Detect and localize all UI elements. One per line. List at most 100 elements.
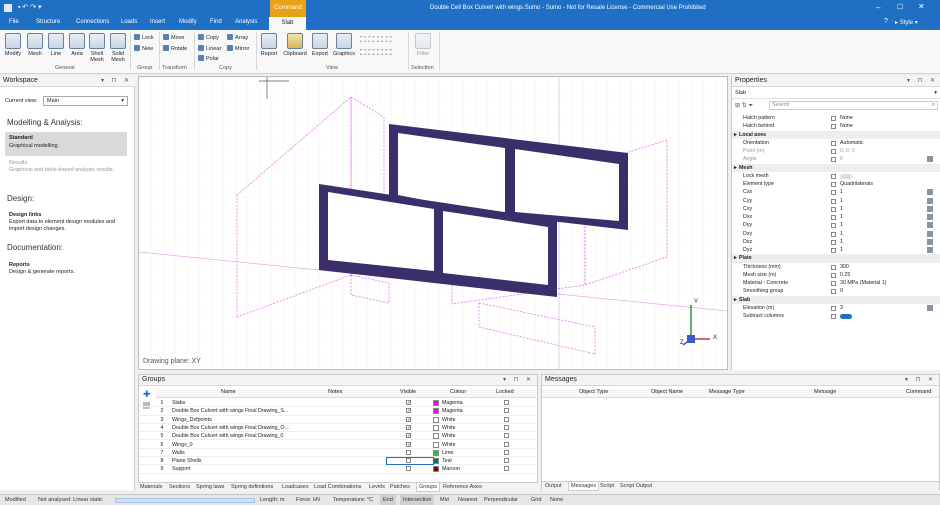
menu-file[interactable]: File	[9, 19, 19, 25]
menu-structure[interactable]: Structure	[36, 19, 60, 25]
property-checkbox[interactable]	[831, 198, 836, 204]
property-row[interactable]: Point (m) 0, 0, 0	[732, 147, 940, 155]
locked-checkbox[interactable]	[504, 408, 509, 414]
property-row[interactable]: Dxx 1	[732, 213, 940, 221]
linear-button[interactable]: Linear	[198, 45, 221, 52]
tab-script-output[interactable]: Script Output	[620, 483, 652, 489]
property-section[interactable]: ▸ Local axes	[732, 130, 940, 139]
locked-checkbox[interactable]	[504, 466, 509, 472]
property-checkbox[interactable]	[831, 231, 836, 237]
snap-nearest[interactable]: Nearest	[458, 497, 477, 503]
visible-checkbox[interactable]: ✓	[406, 416, 411, 422]
property-value[interactable]: 30 MPa (Material 1)	[840, 279, 887, 287]
selected-cell[interactable]	[386, 457, 434, 466]
visible-checkbox[interactable]: ✓	[406, 400, 411, 406]
property-value[interactable]: None	[840, 122, 853, 130]
property-row[interactable]: Dxz 1	[732, 238, 940, 246]
collapse-icon[interactable]: ▸	[734, 164, 737, 172]
minimize-icon[interactable]: –	[876, 3, 880, 12]
property-section[interactable]: ▸ Slab	[732, 295, 940, 304]
locked-checkbox[interactable]	[504, 416, 509, 422]
property-row[interactable]: Orientation Automatic	[732, 139, 940, 147]
property-value[interactable]: Quadrilaterals	[840, 180, 873, 188]
edit-icon[interactable]	[927, 214, 933, 220]
menu-insert[interactable]: Insert	[150, 19, 165, 25]
property-value[interactable]: Automatic	[840, 139, 864, 147]
property-section[interactable]: ▸ Plate	[732, 254, 940, 263]
menu-slab[interactable]: Slab	[269, 17, 306, 30]
locked-checkbox[interactable]	[504, 449, 509, 455]
mesh-button[interactable]: Mesh	[25, 33, 45, 57]
subtract-columns-toggle[interactable]	[840, 314, 852, 319]
edit-icon[interactable]	[927, 304, 933, 311]
collapse-icon[interactable]: ▸	[734, 296, 737, 304]
view-mode-icons[interactable]: ⛶⛶⛶⛶	[360, 35, 394, 45]
edit-icon[interactable]	[927, 197, 933, 204]
workspace-item-reports[interactable]: Reports Design & generate reports.	[9, 262, 127, 275]
group-name[interactable]: Double Box Culvert with wings Final Draw…	[172, 424, 322, 432]
property-row[interactable]: Dyy 1	[732, 221, 940, 229]
shell-mesh-button[interactable]: Shell Mesh	[87, 33, 107, 63]
close-icon[interactable]: ✕	[918, 2, 925, 11]
view-orientation-icons[interactable]: ⛶⛶⛶⛶	[360, 48, 394, 58]
tab-groups[interactable]: Groups	[416, 483, 441, 492]
property-value[interactable]: 1	[840, 213, 843, 221]
property-checkbox[interactable]	[831, 157, 836, 163]
property-value[interactable]: 1	[840, 188, 843, 196]
tab-patches[interactable]: Patches	[390, 484, 410, 490]
quick-access-icons[interactable]: ▪ ↶ ↷ ▾	[18, 3, 42, 11]
group-name[interactable]: Wings_Dxfpoints	[172, 416, 322, 424]
menu-loads[interactable]: Loads	[121, 19, 137, 25]
tab-sections[interactable]: Sections	[169, 484, 190, 490]
table-row[interactable]: 1 Slabs ✓ Magenta	[139, 399, 539, 408]
visible-checkbox[interactable]	[406, 449, 411, 455]
maximize-icon[interactable]: ☐	[897, 3, 903, 11]
modify-button[interactable]: Modify	[3, 33, 23, 57]
selection-select[interactable]: Slab ▾	[732, 89, 940, 99]
property-value[interactable]: 1	[840, 205, 843, 213]
visible-checkbox[interactable]	[406, 466, 411, 472]
visible-checkbox[interactable]: ✓	[406, 408, 411, 414]
group-name[interactable]: Double Box Culvert with wings Final Draw…	[172, 432, 322, 440]
move-button[interactable]: Move	[163, 34, 184, 41]
property-checkbox[interactable]	[831, 264, 836, 270]
property-value[interactable]: 300	[840, 263, 849, 271]
current-view-select[interactable]: Main ▾	[43, 96, 128, 106]
table-row[interactable]: 2 Double Box Culvert with wings Final Dra…	[139, 407, 539, 416]
tab-messages[interactable]: Messages	[568, 482, 600, 491]
group-name[interactable]: Walls	[172, 449, 322, 457]
snap-mid[interactable]: Mid	[440, 497, 449, 503]
tab-loadcases[interactable]: Loadcases	[282, 484, 309, 490]
property-row[interactable]: Cyy 1	[732, 197, 940, 205]
colour-swatch[interactable]	[433, 424, 439, 431]
menu-find[interactable]: Find	[210, 19, 222, 25]
line-button[interactable]: Line	[46, 33, 66, 57]
property-row[interactable]: Thickness (mm) 300	[732, 263, 940, 271]
lock-mesh-toggle[interactable]	[840, 173, 852, 179]
tab-spring-definitions[interactable]: Spring definitions	[231, 484, 273, 490]
colour-name[interactable]: Lime	[442, 449, 453, 457]
property-row[interactable]: Subtract columns	[732, 312, 940, 320]
model-view[interactable]: Y X Z Drawing plane: XY	[138, 76, 728, 370]
colour-name[interactable]: Teal	[442, 457, 452, 465]
edit-icon[interactable]	[927, 230, 933, 237]
collapse-icon[interactable]: ▸	[734, 131, 737, 139]
colour-name[interactable]: White	[442, 441, 456, 449]
colour-swatch[interactable]	[433, 400, 439, 406]
workspace-item-results[interactable]: Results Graphical and table-based analys…	[9, 160, 129, 173]
area-button[interactable]: Area	[67, 33, 87, 57]
property-checkbox[interactable]	[831, 314, 836, 319]
snap-perpendicular[interactable]: Perpendicular	[484, 497, 518, 503]
colour-name[interactable]: White	[442, 416, 456, 424]
property-value[interactable]: 0	[840, 287, 843, 295]
panel-controls[interactable]: ▾ ⊓ ✕	[101, 77, 132, 84]
new-group-button[interactable]: New	[134, 45, 153, 52]
panel-controls[interactable]: ▾ ⊓ ✕	[905, 376, 936, 383]
tab-levels[interactable]: Levels	[369, 484, 385, 490]
property-value[interactable]: 0.25	[840, 271, 850, 279]
solid-mesh-button[interactable]: Solid Mesh	[108, 33, 128, 63]
table-row[interactable]: 6 Wings_0 ✓ White	[139, 441, 539, 449]
visible-checkbox[interactable]: ✓	[406, 424, 411, 430]
property-value[interactable]: 1	[840, 221, 843, 229]
property-checkbox[interactable]	[831, 149, 836, 154]
